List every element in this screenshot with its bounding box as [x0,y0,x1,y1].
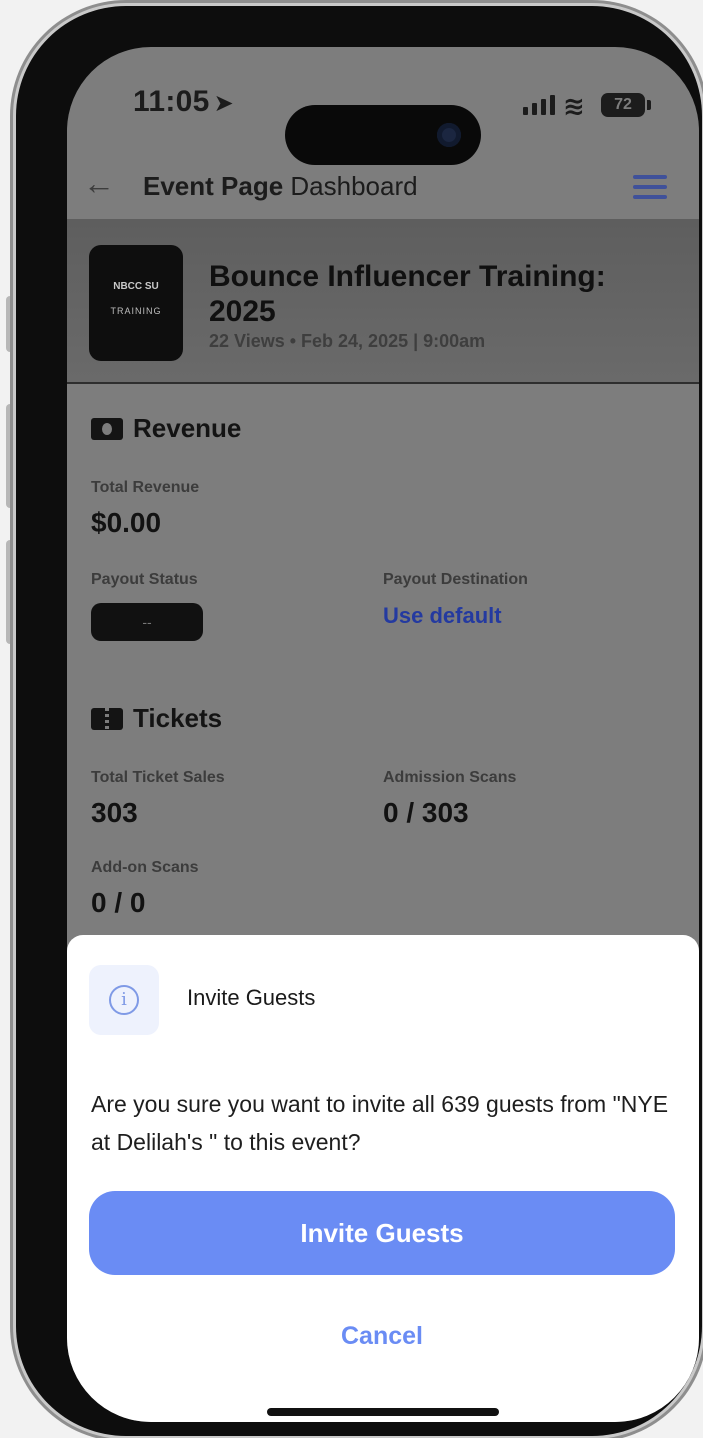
screen: 11:05 ➤ ≋ 72 ← Event Page Dashboard NBCC… [67,47,699,1422]
confirmation-message: Are you sure you want to invite all 639 … [91,1091,669,1155]
ticket-sales-value: 303 [91,797,138,828]
phone-frame: 11:05 ➤ ≋ 72 ← Event Page Dashboard NBCC… [16,6,702,1436]
page-title-rest: Dashboard [283,171,418,201]
clock-text: 11:05 [133,85,210,118]
wifi-icon: ≋ [563,91,585,121]
info-icon-container: i [89,965,159,1035]
volume-down-button [6,540,16,644]
nav-bar: ← Event Page Dashboard [67,157,699,217]
cancel-button[interactable]: Cancel [89,1301,675,1371]
sheet-title: Invite Guests [187,985,316,1010]
action-button [6,296,16,352]
info-icon: i [109,985,139,1015]
addon-scans-value: 0 / 0 [91,887,146,918]
revenue-heading-text: Revenue [133,413,242,443]
payout-destination-label: Payout Destination [383,571,528,588]
total-revenue-value: $0.00 [91,507,162,538]
clock: 11:05 ➤ [133,85,234,119]
event-meta: 22 Views • Feb 24, 2025 | 9:00am [209,331,486,351]
home-indicator [267,1408,499,1416]
location-arrow-icon: ➤ [213,90,234,117]
event-title: Bounce Influencer Training: 2025 [209,260,606,328]
battery-tip [647,100,651,110]
thumbnail-logo: NBCC SU [113,281,159,292]
page-title: Event Page Dashboard [143,171,418,202]
invite-guests-button[interactable]: Invite Guests [89,1191,675,1275]
volume-up-button [6,404,16,508]
status-bar: 11:05 ➤ ≋ 72 [67,85,699,165]
payout-status-badge: -- [91,603,203,641]
dynamic-island [285,105,481,165]
camera-icon [437,123,461,147]
ticket-icon [91,707,123,730]
hamburger-menu-icon[interactable] [633,175,667,205]
battery-icon: 72 [601,93,645,117]
use-default-link[interactable]: Use default [383,603,502,629]
addon-scans-label: Add-on Scans [91,859,199,876]
thumbnail-caption: TRAINING [110,306,162,316]
tickets-heading: Tickets [91,703,222,734]
admission-scans-value: 0 / 303 [383,797,469,828]
event-header: NBCC SU TRAINING Bounce Influencer Train… [67,219,699,384]
money-icon [91,417,123,440]
tickets-heading-text: Tickets [133,703,223,733]
battery-level: 72 [614,96,632,113]
page-title-bold: Event Page [143,171,284,201]
event-thumbnail: NBCC SU TRAINING [89,245,183,361]
back-arrow-icon[interactable]: ← [83,165,115,202]
revenue-heading: Revenue [91,413,241,444]
ticket-sales-label: Total Ticket Sales [91,769,225,786]
total-revenue-label: Total Revenue [91,479,200,496]
invite-guests-sheet: i Invite Guests Are you sure you want to… [67,935,699,1422]
payout-status-label: Payout Status [91,571,198,588]
admission-scans-label: Admission Scans [383,769,517,786]
signal-icon [523,95,555,115]
